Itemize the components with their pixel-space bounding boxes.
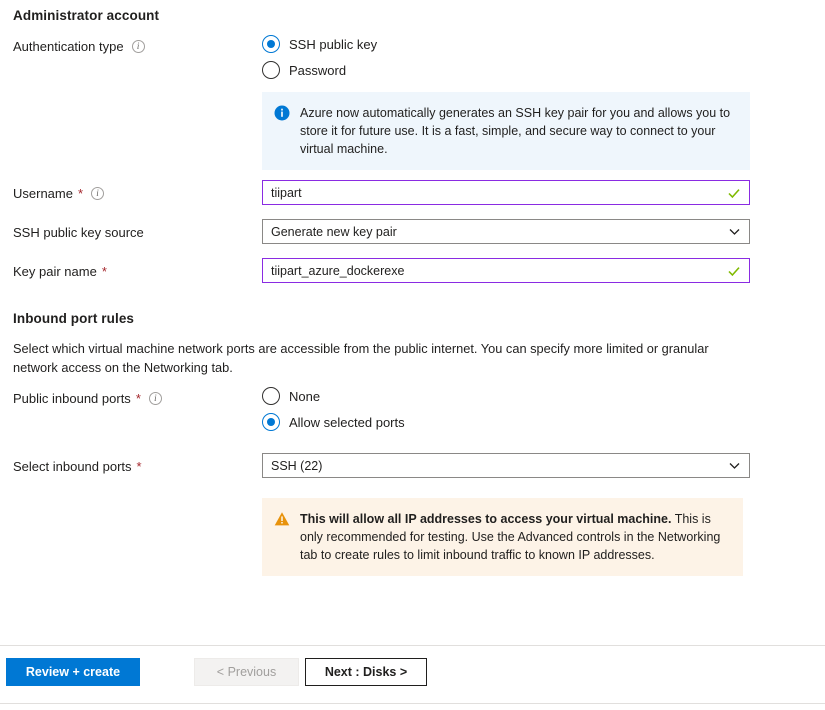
radio-password[interactable]: Password [262, 61, 346, 79]
select-inbound-ports-select[interactable]: SSH (22) [262, 453, 750, 478]
username-label-text: Username [13, 186, 73, 201]
chevron-down-icon[interactable] [728, 225, 741, 238]
next-disks-button[interactable]: Next : Disks > [305, 658, 427, 686]
ssh-key-info-banner-text: Azure now automatically generates an SSH… [300, 106, 731, 157]
radio-allow-selected-ports-control[interactable] [262, 413, 280, 431]
checkmark-icon [727, 186, 741, 200]
radio-allow-selected-ports-label: Allow selected ports [289, 414, 405, 430]
inbound-ports-warning-banner-text: This will allow all IP addresses to acce… [300, 510, 729, 564]
radio-ssh-public-key[interactable]: SSH public key [262, 35, 377, 53]
select-inbound-ports-label-text: Select inbound ports [13, 459, 132, 474]
ssh-key-source-label: SSH public key source [13, 225, 144, 240]
inbound-port-rules-description: Select which virtual machine network por… [13, 341, 709, 376]
info-circle-icon[interactable] [148, 392, 162, 405]
select-inbound-ports-required-marker: * [136, 459, 142, 474]
username-required-marker: * [77, 186, 84, 201]
radio-ssh-public-key-label: SSH public key [289, 36, 378, 52]
review-create-button[interactable]: Review + create [6, 658, 140, 686]
authentication-type-label-text: Authentication type [13, 39, 124, 54]
key-pair-name-required-marker: * [101, 264, 107, 279]
ssh-key-info-banner: Azure now automatically generates an SSH… [262, 92, 750, 171]
key-pair-name-label-text: Key pair name [13, 264, 97, 279]
select-inbound-ports-label: Select inbound ports * [13, 459, 142, 474]
inbound-port-rules-heading: Inbound port rules [13, 311, 135, 326]
radio-none[interactable]: None [262, 387, 320, 405]
public-inbound-ports-label: Public inbound ports * [13, 391, 162, 406]
username-label: Username * [13, 186, 105, 201]
radio-ssh-public-key-control[interactable] [262, 35, 280, 53]
select-inbound-ports-value: SSH (22) [271, 458, 323, 473]
key-pair-name-input[interactable]: tiipart_azure_dockerexe [262, 258, 750, 283]
username-input-value: tiipart [271, 185, 302, 200]
info-circle-icon[interactable] [131, 40, 145, 53]
username-input[interactable]: tiipart [262, 180, 750, 205]
footer-bottom-divider [0, 703, 825, 704]
administrator-account-heading: Administrator account [13, 8, 160, 23]
radio-none-label: None [289, 388, 321, 404]
previous-button[interactable]: < Previous [194, 658, 299, 686]
warning-triangle-icon [274, 511, 290, 527]
radio-none-control[interactable] [262, 387, 280, 405]
footer-top-divider [0, 645, 825, 646]
checkmark-icon [727, 264, 741, 278]
info-circle-icon[interactable] [91, 187, 105, 200]
public-inbound-ports-label-text: Public inbound ports [13, 391, 131, 406]
warning-bold-text: This will allow all IP addresses to acce… [300, 512, 672, 526]
ssh-key-source-label-text: SSH public key source [13, 225, 144, 240]
radio-password-control[interactable] [262, 61, 280, 79]
chevron-down-icon[interactable] [728, 459, 741, 472]
key-pair-name-label: Key pair name * [13, 264, 107, 279]
vm-create-form-page: Administrator account Authentication typ… [0, 0, 825, 710]
ssh-key-source-select[interactable]: Generate new key pair [262, 219, 750, 244]
info-filled-icon [274, 105, 290, 121]
inbound-ports-warning-banner: This will allow all IP addresses to acce… [262, 498, 743, 577]
ssh-key-source-select-value: Generate new key pair [271, 224, 397, 239]
public-inbound-ports-required-marker: * [135, 391, 141, 406]
key-pair-name-input-value: tiipart_azure_dockerexe [271, 263, 405, 278]
radio-allow-selected-ports[interactable]: Allow selected ports [262, 413, 405, 431]
radio-password-label: Password [289, 62, 347, 78]
authentication-type-label: Authentication type [13, 39, 145, 54]
